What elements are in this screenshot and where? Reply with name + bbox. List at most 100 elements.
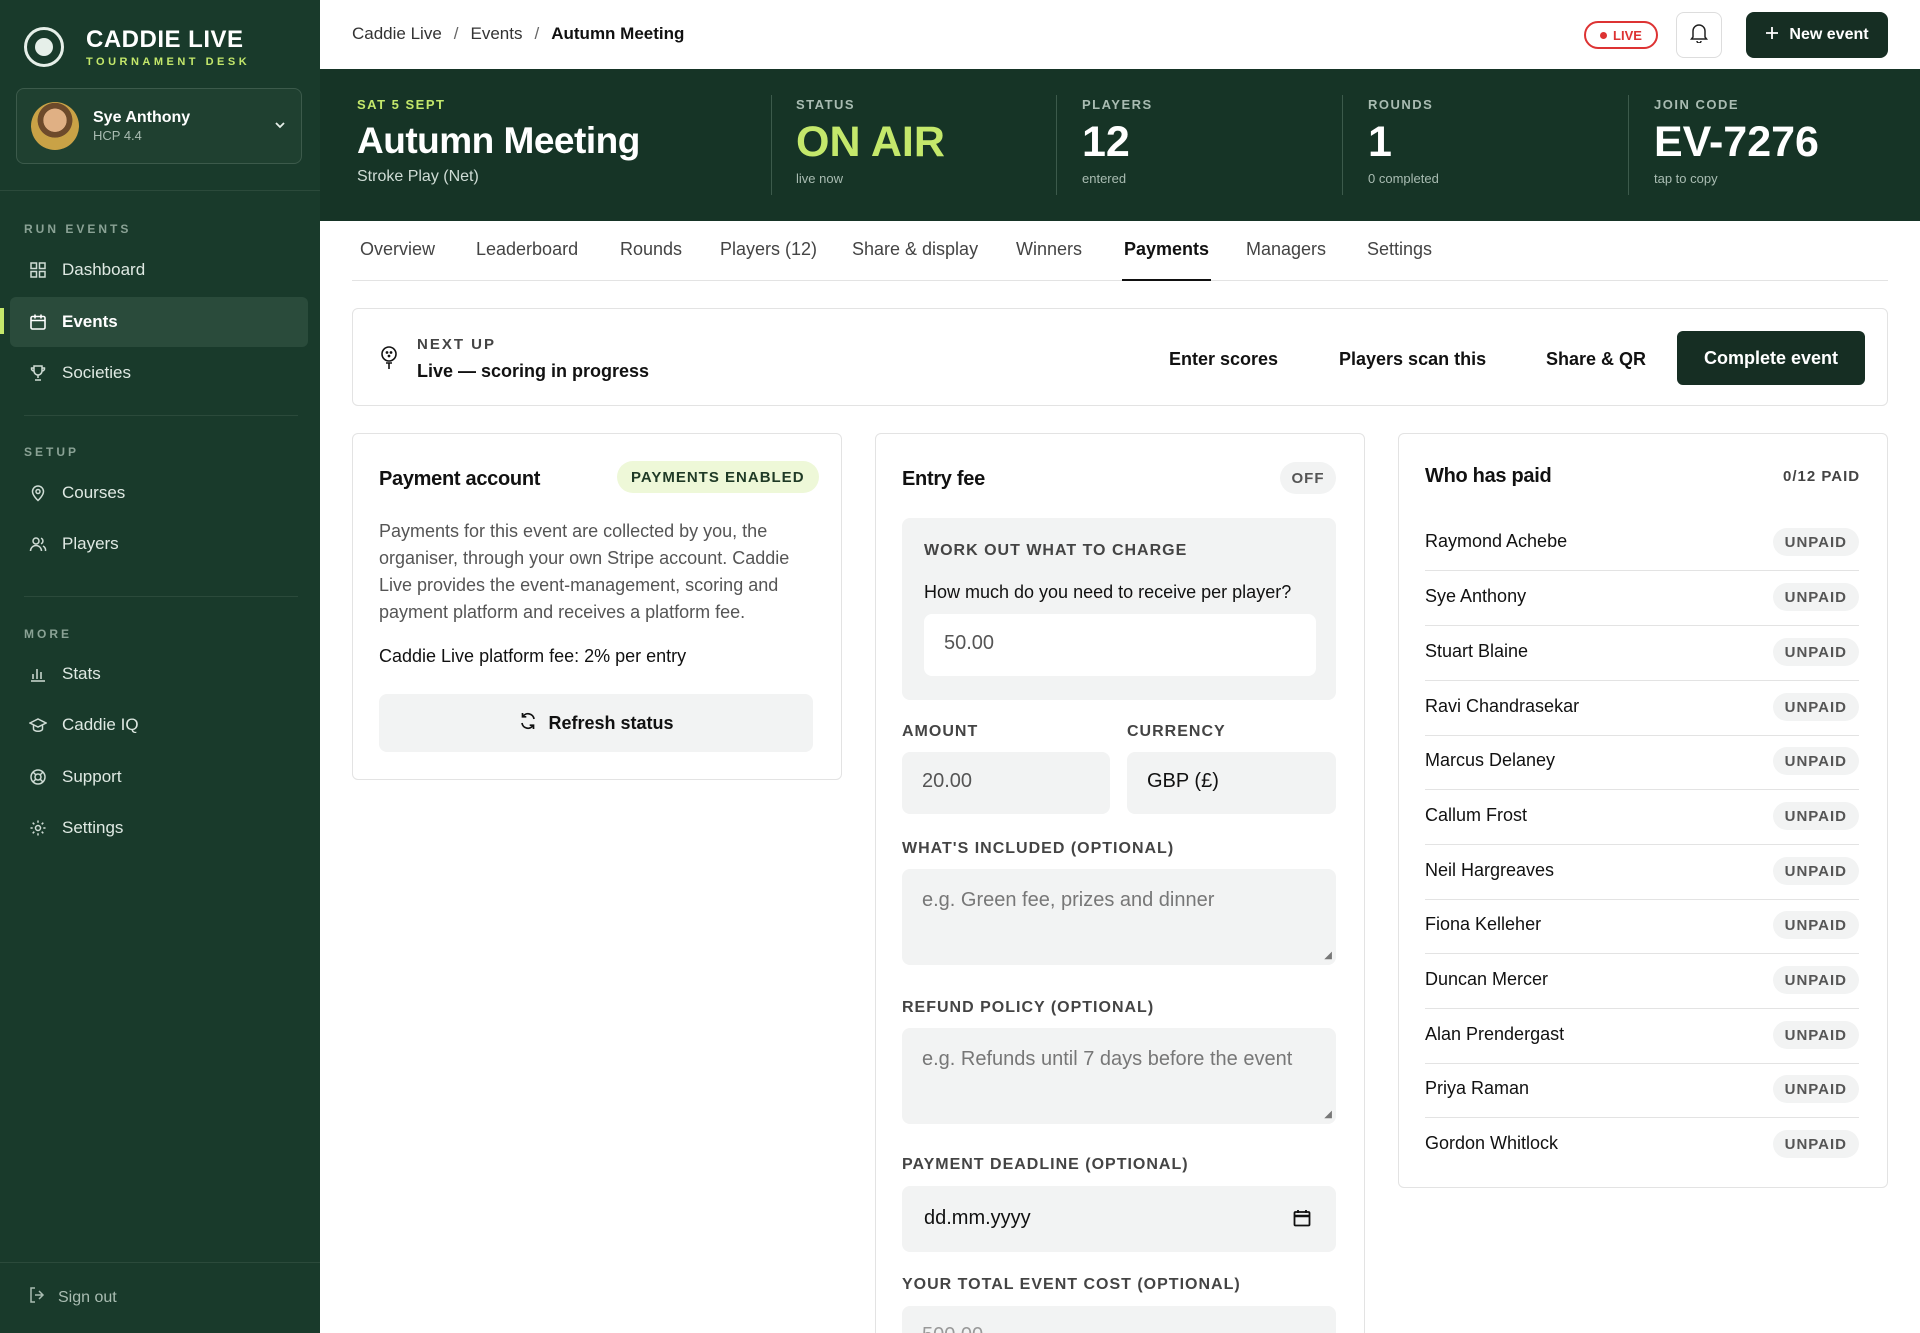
- tab-overview[interactable]: Overview: [360, 239, 435, 281]
- enter-scores-button[interactable]: Enter scores: [1169, 349, 1278, 370]
- sidebar-item-support[interactable]: Support: [10, 752, 308, 802]
- status-badge: UNPAID: [1772, 1075, 1859, 1103]
- golf-tee-icon: [379, 345, 399, 376]
- sidebar-item-courses[interactable]: Courses: [10, 468, 308, 518]
- player-name: Stuart Blaine: [1425, 641, 1529, 661]
- sidebar: CADDIE LIVE TOURNAMENT DESK Sye Anthony …: [0, 0, 320, 1333]
- user-menu[interactable]: Sye Anthony HCP 4.4: [16, 88, 302, 164]
- amount-input[interactable]: 20.00: [902, 752, 1110, 814]
- tab-payments[interactable]: Payments: [1122, 239, 1212, 281]
- list-item: Gordon Whitlock UNPAID: [1425, 1118, 1859, 1173]
- entry-fee-title: Entry fee: [902, 468, 985, 490]
- payments-enabled-badge: PAYMENTS ENABLED: [617, 461, 819, 493]
- brand[interactable]: CADDIE LIVE TOURNAMENT DESK: [24, 26, 250, 68]
- platform-fee-text: Caddie Live platform fee: 2% per entry: [379, 646, 687, 666]
- nav-section-more: MORE: [24, 627, 72, 641]
- live-badge: LIVE: [1584, 21, 1658, 49]
- status-value: ON AIR: [796, 118, 945, 166]
- deadline-placeholder: dd.mm.yyyy: [924, 1207, 1031, 1229]
- sidebar-item-players[interactable]: Players: [10, 519, 308, 569]
- divider: [24, 415, 298, 416]
- work-out-charge-panel: WORK OUT WHAT TO CHARGE How much do you …: [902, 518, 1336, 700]
- status-stat: STATUS ON AIR live now: [796, 97, 945, 186]
- resize-handle-icon[interactable]: ◢: [1324, 1109, 1332, 1120]
- event-date: SAT 5 SEPT: [357, 97, 446, 112]
- refund-label: REFUND POLICY (OPTIONAL): [902, 999, 1155, 1016]
- sidebar-item-dashboard[interactable]: Dashboard: [10, 245, 308, 295]
- plus-icon: [1765, 26, 1779, 45]
- player-name: Ravi Chandrasekar: [1425, 696, 1580, 716]
- breadcrumb-caddie-live[interactable]: Caddie Live: [352, 24, 442, 44]
- sidebar-item-settings[interactable]: Settings: [10, 803, 308, 853]
- share-qr-button[interactable]: Share & QR: [1546, 349, 1646, 370]
- payment-account-card: Payment account PAYMENTS ENABLED Payment…: [352, 433, 842, 780]
- sidebar-item-label: Caddie IQ: [62, 715, 139, 734]
- live-label: LIVE: [1613, 27, 1642, 43]
- breadcrumb-events[interactable]: Events: [471, 24, 523, 44]
- chevron-down-icon: [273, 116, 287, 137]
- notifications-button[interactable]: [1676, 12, 1722, 58]
- sidebar-item-label: Societies: [62, 363, 131, 382]
- player-name: Neil Hargreaves: [1425, 860, 1555, 880]
- tab-leaderboard[interactable]: Leaderboard: [476, 239, 578, 281]
- join-code[interactable]: JOIN CODE EV-7276 tap to copy: [1654, 97, 1819, 186]
- tab-rounds[interactable]: Rounds: [620, 239, 682, 281]
- players-value: 12: [1082, 118, 1130, 166]
- trophy-icon: [28, 363, 48, 383]
- calendar-icon[interactable]: [1292, 1208, 1312, 1234]
- list-item: Alan Prendergast UNPAID: [1425, 1009, 1859, 1064]
- complete-event-button[interactable]: Complete event: [1677, 331, 1865, 385]
- status-badge: UNPAID: [1772, 747, 1859, 775]
- receive-per-player-input[interactable]: 50.00: [924, 614, 1316, 676]
- status-sub: live now: [796, 171, 843, 186]
- join-code-hint: tap to copy: [1654, 171, 1718, 186]
- player-name: Priya Raman: [1425, 1078, 1530, 1098]
- next-up-bar: NEXT UP Live — scoring in progress Enter…: [352, 308, 1888, 406]
- included-label: WHAT'S INCLUDED (OPTIONAL): [902, 840, 1175, 857]
- breadcrumb-separator: /: [453, 24, 459, 43]
- resize-handle-icon[interactable]: ◢: [1324, 950, 1332, 961]
- divider: [1342, 95, 1343, 195]
- work-out-question: How much do you need to receive per play…: [924, 582, 1292, 602]
- join-code-value[interactable]: EV-7276: [1654, 118, 1819, 167]
- divider: [771, 95, 772, 195]
- total-cost-input[interactable]: 500.00: [902, 1306, 1336, 1333]
- sidebar-item-caddie-iq[interactable]: Caddie IQ: [10, 700, 308, 750]
- included-textarea[interactable]: e.g. Green fee, prizes and dinner ◢: [902, 869, 1336, 965]
- sidebar-item-stats[interactable]: Stats: [10, 649, 308, 699]
- next-up-label: NEXT UP: [417, 336, 497, 353]
- players-scan-button[interactable]: Players scan this: [1339, 349, 1486, 370]
- refresh-status-button[interactable]: Refresh status: [379, 694, 813, 752]
- amount-label: AMOUNT: [902, 723, 979, 740]
- refund-placeholder: e.g. Refunds until 7 days before the eve…: [922, 1048, 1293, 1070]
- tab-settings[interactable]: Settings: [1367, 239, 1432, 281]
- player-name: Gordon Whitlock: [1425, 1133, 1559, 1153]
- list-item: Raymond Achebe UNPAID: [1425, 516, 1859, 571]
- entry-fee-toggle[interactable]: OFF: [1280, 462, 1336, 494]
- rounds-sub: 0 completed: [1368, 171, 1439, 186]
- deadline-date-input[interactable]: dd.mm.yyyy: [902, 1186, 1336, 1252]
- player-name: Marcus Delaney: [1425, 750, 1556, 770]
- refund-textarea[interactable]: e.g. Refunds until 7 days before the eve…: [902, 1028, 1336, 1124]
- currency-select[interactable]: GBP (£): [1127, 752, 1336, 814]
- bar-chart-icon: [28, 664, 48, 684]
- sidebar-item-label: Settings: [62, 818, 124, 837]
- avatar: [31, 102, 79, 150]
- tab-players[interactable]: Players (12): [720, 239, 817, 281]
- tab-share-display[interactable]: Share & display: [852, 239, 978, 281]
- active-indicator: [0, 308, 4, 334]
- payment-account-title: Payment account: [379, 468, 541, 490]
- status-badge: UNPAID: [1772, 638, 1859, 666]
- tab-winners[interactable]: Winners: [1016, 239, 1082, 281]
- sign-out-link[interactable]: Sign out: [28, 1286, 117, 1309]
- sign-out-label: Sign out: [58, 1288, 117, 1306]
- who-has-paid-card: Who has paid 0/12 PAID Raymond Achebe UNP…: [1398, 433, 1888, 1188]
- new-event-button[interactable]: New event: [1746, 12, 1888, 58]
- sidebar-item-label: Dashboard: [62, 260, 146, 279]
- sidebar-item-events[interactable]: Events: [10, 297, 308, 347]
- tab-managers[interactable]: Managers: [1246, 239, 1326, 281]
- sidebar-item-societies[interactable]: Societies: [10, 348, 308, 398]
- divider: [0, 1262, 320, 1263]
- currency-label: CURRENCY: [1127, 723, 1226, 740]
- player-name: Callum Frost: [1425, 805, 1528, 825]
